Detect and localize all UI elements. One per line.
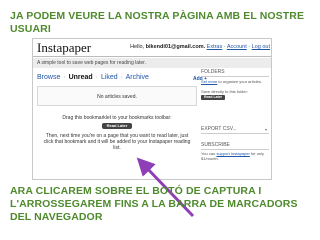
tab-separator: · — [95, 74, 99, 81]
tab-archive[interactable]: Archive — [126, 74, 149, 81]
folders-help-text: to organize your articles. — [218, 79, 262, 84]
slide-bottom-heading: ARA CLICAREM SOBRE EL BOTÓ DE CAPTURA I … — [10, 185, 298, 223]
folders-help: Set more to organize your articles. — [201, 79, 269, 84]
folders-title: FOLDERS — [201, 69, 269, 77]
tab-liked[interactable]: Liked — [101, 74, 118, 81]
tab-separator: · — [63, 74, 66, 81]
user-email: bikendi01@gmail.com. — [145, 44, 206, 50]
chevron-down-icon[interactable]: ▾ — [265, 127, 267, 132]
set-folders-link[interactable]: Set more — [201, 79, 217, 84]
support-instapaper-link[interactable]: support Instapaper — [216, 151, 249, 156]
logout-link[interactable]: Log out — [252, 44, 270, 50]
export-title[interactable]: EXPORT CSV... — [201, 126, 269, 134]
slide-top-heading: JA PODEM VEURE LA NOSTRA PÀGINA AMB EL N… — [10, 10, 305, 35]
bookmarklet-instruction: Drag this bookmarklet to your bookmarks … — [62, 115, 172, 121]
account-sep: · — [223, 44, 226, 50]
main-content: No articles saved. Drag this bookmarklet… — [37, 86, 197, 178]
account-link[interactable]: Account — [227, 44, 247, 50]
support-text: You can support Instapaper for only $1/m… — [201, 151, 269, 161]
read-later-folder-button[interactable]: Read Later — [201, 95, 225, 100]
save-directly-text: Save directly to this folder: — [201, 89, 248, 94]
account-sep: · — [248, 44, 251, 50]
no-articles-message: No articles saved. — [37, 86, 197, 106]
instapaper-header: Instapaper Hello, bikendi01@gmail.com. E… — [33, 39, 271, 57]
subscribe-title: SUBSCRIBE — [201, 142, 269, 150]
instapaper-logo[interactable]: Instapaper — [37, 40, 91, 56]
instapaper-screenshot: Instapaper Hello, bikendi01@gmail.com. E… — [32, 38, 272, 180]
nav-tabs: Browse · Unread · Liked · Archive — [37, 74, 149, 81]
account-bar: Hello, bikendi01@gmail.com. Extras · Acc… — [130, 44, 270, 50]
sidebar: FOLDERS Set more to organize your articl… — [201, 66, 269, 179]
next-time-instruction: Then, next time you're on a page that yo… — [43, 133, 191, 151]
read-later-bookmarklet-button[interactable]: Read Later — [102, 123, 132, 129]
tab-unread[interactable]: Unread — [69, 74, 93, 81]
tab-separator: · — [120, 74, 123, 81]
hello-text: Hello, — [130, 44, 145, 50]
tab-browse[interactable]: Browse — [37, 74, 60, 81]
extras-link[interactable]: Extras — [207, 44, 223, 50]
